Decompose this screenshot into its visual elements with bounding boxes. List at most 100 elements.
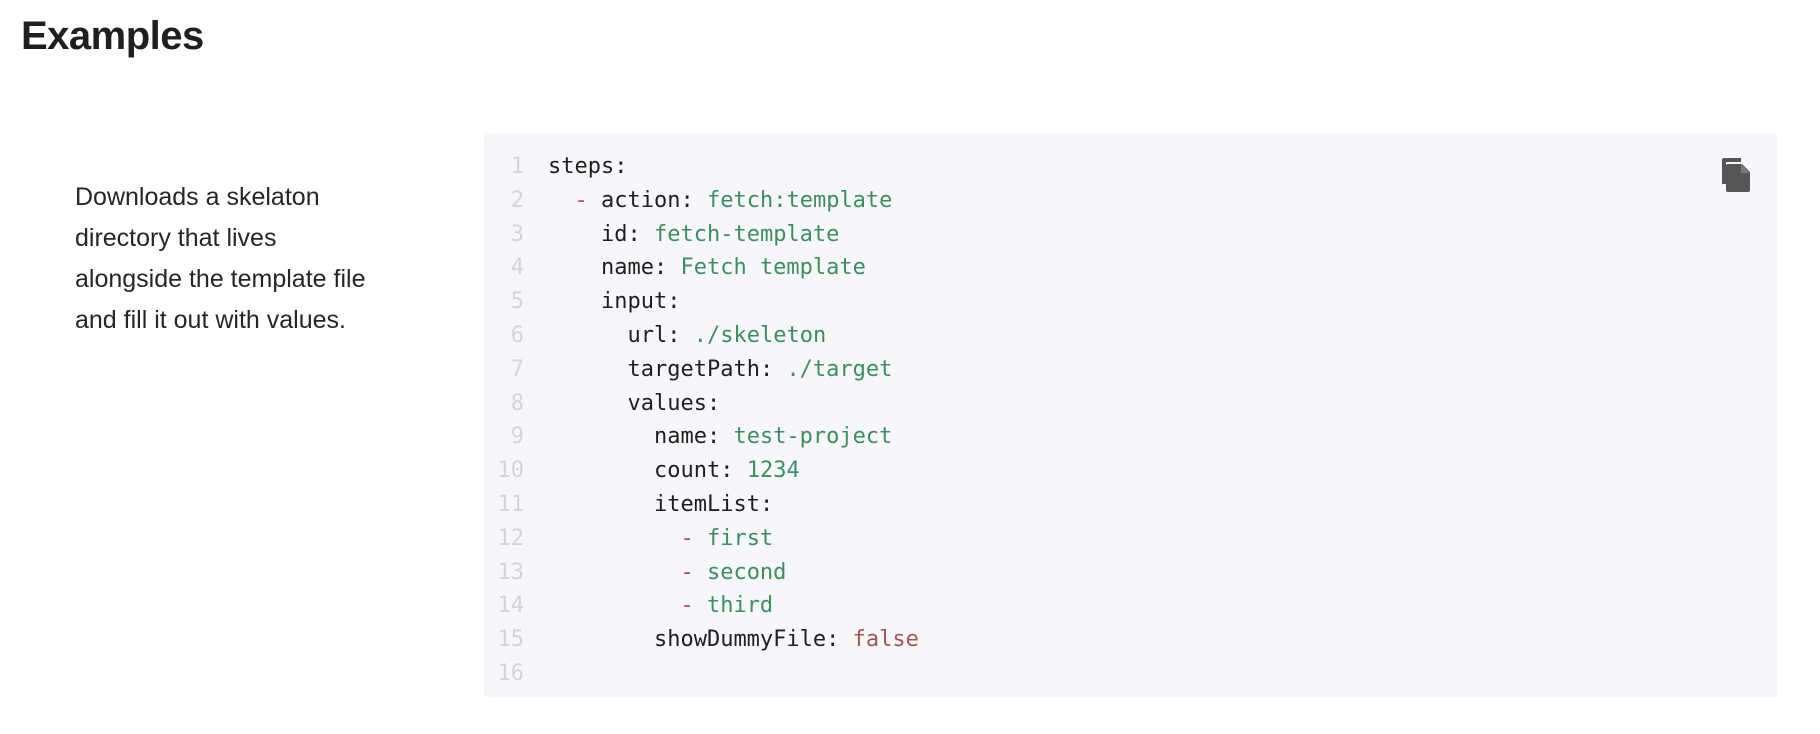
line-content: url: ./skeleton bbox=[548, 319, 826, 353]
line-content: id: fetch-template bbox=[548, 218, 839, 252]
list-dash: - bbox=[680, 525, 707, 551]
line-content: targetPath: ./target bbox=[548, 353, 892, 387]
yaml-separator: : bbox=[759, 356, 787, 382]
line-number: 4 bbox=[510, 255, 524, 281]
yaml-value: 1234 bbox=[746, 458, 800, 484]
yaml-key: targetPath bbox=[627, 356, 760, 382]
code-line: 11 itemList: bbox=[484, 488, 919, 522]
yaml-key: name bbox=[653, 424, 707, 450]
yaml-key: showDummyFile bbox=[653, 627, 827, 653]
yaml-value: false bbox=[852, 627, 919, 653]
line-number: 8 bbox=[510, 390, 524, 416]
example-description: Downloads a skelaton directory that live… bbox=[75, 183, 366, 334]
copy-button[interactable] bbox=[1715, 153, 1755, 193]
line-number: 12 bbox=[497, 525, 525, 551]
yaml-separator: : bbox=[680, 187, 707, 213]
yaml-separator: : bbox=[706, 390, 721, 416]
code-line: 7 targetPath: ./target bbox=[484, 353, 919, 387]
line-number: 3 bbox=[510, 221, 524, 247]
yaml-key: name bbox=[600, 255, 654, 281]
line-number: 6 bbox=[510, 322, 524, 348]
yaml-separator: : bbox=[759, 491, 774, 517]
line-number: 15 bbox=[497, 627, 525, 653]
line-number: 9 bbox=[510, 424, 524, 450]
line-content: itemList: bbox=[548, 488, 773, 522]
code-line: 4 name: Fetch template bbox=[484, 251, 919, 285]
yaml-separator: : bbox=[614, 154, 628, 179]
code-line: 5 input: bbox=[484, 285, 919, 319]
line-content: count: 1234 bbox=[548, 454, 800, 488]
yaml-key: url bbox=[627, 322, 668, 348]
code-line: 3 id: fetch-template bbox=[484, 218, 919, 252]
line-content: values: bbox=[548, 387, 720, 421]
line-number: 1 bbox=[510, 154, 524, 179]
yaml-separator: : bbox=[706, 424, 734, 450]
code-line: 15 showDummyFile: false bbox=[484, 623, 919, 657]
yaml-key: count bbox=[653, 458, 721, 484]
yaml-value: ./skeleton bbox=[693, 322, 827, 348]
line-content: - third bbox=[548, 589, 773, 623]
yaml-separator: : bbox=[627, 221, 654, 247]
line-number: 16 bbox=[497, 660, 525, 686]
yaml-value: first bbox=[706, 525, 774, 551]
yaml-key: id bbox=[600, 221, 628, 247]
line-content: showDummyFile: false bbox=[548, 623, 919, 657]
line-content: - second bbox=[548, 556, 786, 590]
list-dash: - bbox=[680, 559, 707, 585]
code-line: 16 bbox=[484, 657, 919, 691]
yaml-value: fetch-template bbox=[653, 221, 840, 247]
copy-icon bbox=[1722, 158, 1750, 192]
code-line: 14 - third bbox=[484, 589, 919, 623]
line-content: input: bbox=[548, 285, 680, 319]
line-number: 13 bbox=[497, 559, 525, 585]
yaml-key: values bbox=[627, 390, 707, 416]
yaml-separator: : bbox=[720, 458, 747, 484]
line-number: 2 bbox=[510, 187, 524, 213]
code-line: 10 count: 1234 bbox=[484, 454, 919, 488]
yaml-key: input bbox=[600, 289, 668, 315]
line-content: - first bbox=[548, 522, 773, 556]
code-line: 8 values: bbox=[484, 387, 919, 421]
code-line: 9 name: test-project bbox=[484, 420, 919, 454]
yaml-separator: : bbox=[826, 627, 853, 653]
line-number: 7 bbox=[510, 356, 524, 382]
line-number: 5 bbox=[510, 289, 524, 315]
code-line: 6 url: ./skeleton bbox=[484, 319, 919, 353]
yaml-value: second bbox=[706, 559, 787, 585]
yaml-separator: : bbox=[667, 289, 681, 315]
code-lines: 1 steps: 2 - action: fetch:template 3 id: f… bbox=[484, 150, 919, 691]
yaml-value: third bbox=[706, 593, 774, 619]
code-line: 2 - action: fetch:template bbox=[484, 184, 919, 218]
yaml-value: ./target bbox=[786, 356, 893, 382]
code-line: 12 - first bbox=[484, 522, 919, 556]
line-content: steps: bbox=[548, 150, 627, 184]
yaml-value: test-project bbox=[733, 424, 893, 450]
code-block: 1 steps: 2 - action: fetch:template 3 id: f… bbox=[484, 133, 1777, 697]
line-number: 11 bbox=[497, 491, 525, 517]
code-line: 1 steps: bbox=[484, 150, 919, 184]
line-number: 10 bbox=[497, 458, 525, 484]
yaml-key: steps bbox=[548, 154, 615, 179]
line-content: - action: fetch:template bbox=[548, 184, 893, 218]
yaml-key: itemList bbox=[653, 491, 760, 517]
list-dash: - bbox=[680, 593, 707, 619]
yaml-value: Fetch template bbox=[680, 255, 866, 281]
line-number: 14 bbox=[497, 593, 525, 619]
list-dash: - bbox=[574, 187, 601, 213]
yaml-value: fetch:template bbox=[706, 187, 893, 213]
line-content: name: Fetch template bbox=[548, 251, 866, 285]
yaml-separator: : bbox=[667, 322, 694, 348]
line-content: name: test-project bbox=[548, 420, 892, 454]
